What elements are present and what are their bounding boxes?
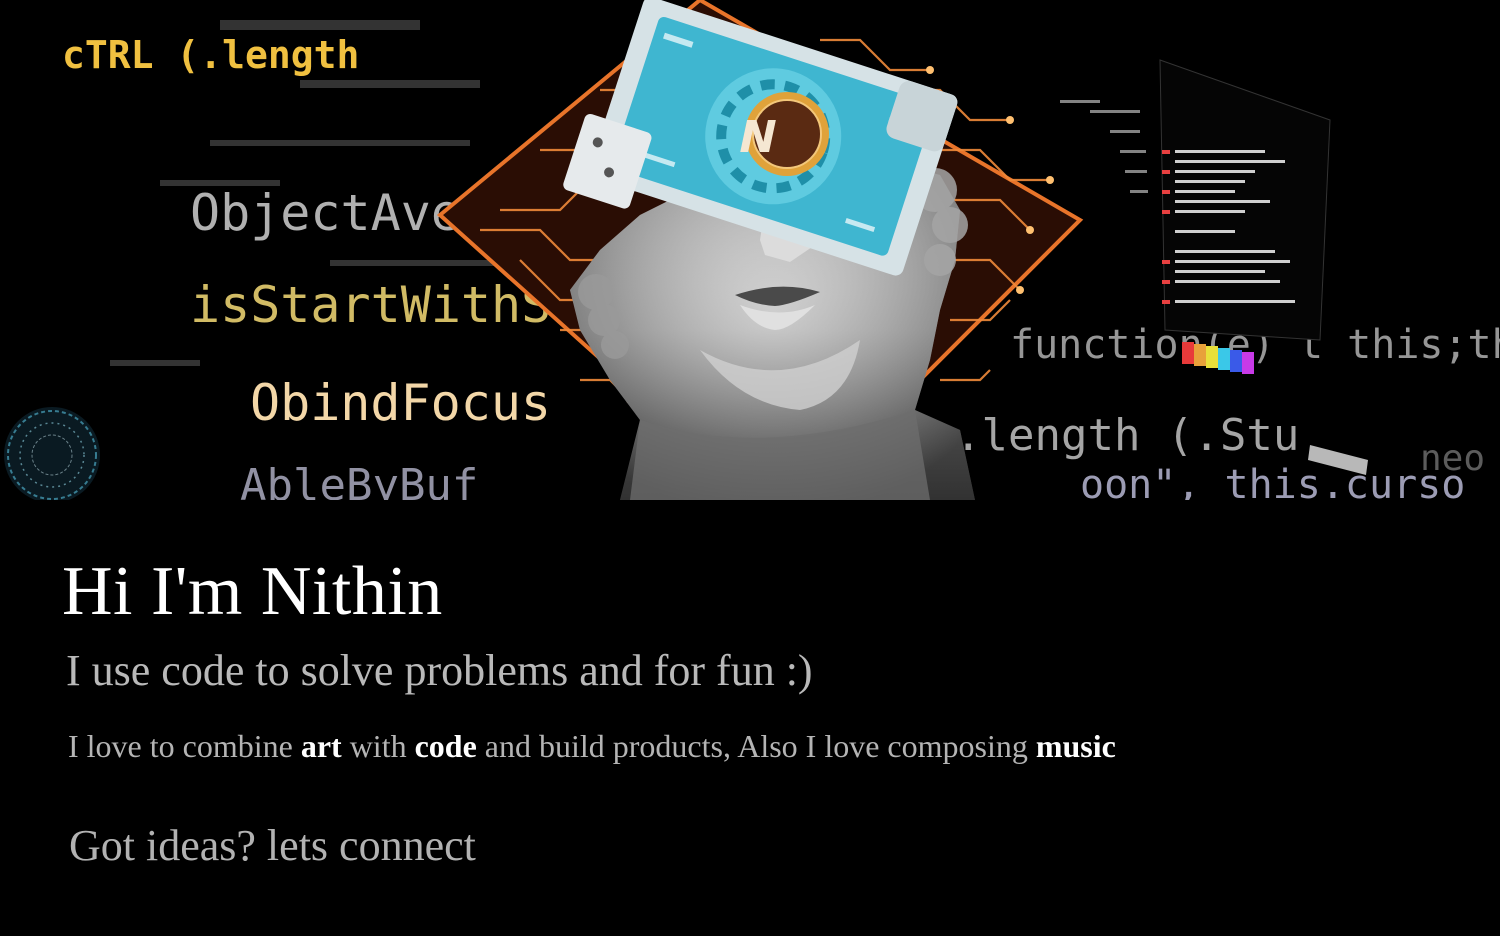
about-highlight-music: music: [1035, 728, 1116, 764]
code-fragment: AbleByBuf: [240, 460, 478, 500]
code-fragment: ObindFocus: [250, 374, 551, 432]
hero-collage: cTRL (.length ObjectAverage isStartWithS…: [0, 0, 1500, 500]
intro-section: Hi I'm Nithin I use code to solve proble…: [0, 500, 1500, 936]
connect-link[interactable]: Got ideas? lets connect: [69, 818, 476, 874]
code-fragment: cTRL (.length: [62, 33, 359, 77]
about-text-part: with: [341, 728, 415, 764]
page-title: Hi I'm Nithin: [62, 553, 443, 630]
about-highlight-art: art: [300, 728, 342, 764]
code-fragment: .length (.Stu: [955, 410, 1299, 461]
orb-decoration: [4, 407, 100, 500]
about-text-part: and build products, Also I love composin…: [476, 728, 1036, 764]
hero-banner: cTRL (.length ObjectAverage isStartWithS…: [0, 0, 1500, 500]
about-text: I love to combine art with code and buil…: [68, 726, 1116, 766]
tagline: I use code to solve problems and for fun…: [66, 646, 813, 695]
about-highlight-code: code: [414, 728, 477, 764]
about-text-part: I love to combine: [68, 728, 301, 764]
code-fragment: neo: [1420, 438, 1485, 479]
code-fragment: oon", this.curso: [1080, 462, 1465, 500]
